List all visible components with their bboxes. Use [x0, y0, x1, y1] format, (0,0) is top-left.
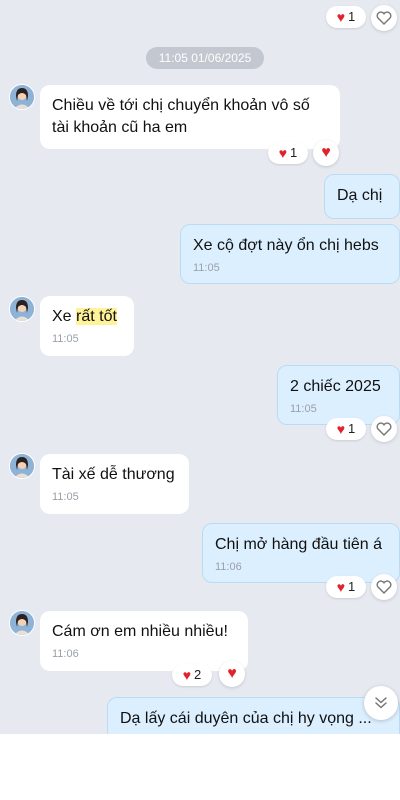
message-text: Chiều về tới chị chuyển khoản vô số tài …: [52, 97, 310, 136]
chat-area: ♥ 1 11:05 01/06/2025 Chiều về tới chị ch…: [0, 0, 400, 734]
message-bubble[interactable]: Dạ chị: [324, 174, 400, 219]
message-text: 2 chiếc 2025: [290, 378, 381, 395]
chevron-double-down-icon: [375, 697, 387, 709]
heart-icon: ♥: [182, 667, 192, 683]
message-bubble[interactable]: Tài xế dễ thương 11:05: [40, 454, 189, 514]
heart-outline-icon: [376, 422, 392, 436]
heart-icon: ♥: [227, 665, 237, 682]
message-bubble[interactable]: Cám ơn em nhiều nhiều! 11:06: [40, 611, 248, 671]
message-text: Xe: [52, 308, 77, 325]
scroll-to-bottom-button[interactable]: [364, 686, 398, 720]
message-time: 11:06: [52, 648, 79, 660]
reaction-count: 1: [348, 421, 356, 436]
message-bubble[interactable]: Dạ lấy cái duyên của chị hy vọng ...: [107, 697, 400, 734]
heart-outline-icon: [376, 580, 392, 594]
avatar[interactable]: [9, 84, 35, 110]
reaction-pill[interactable]: ♥ 1: [326, 418, 366, 440]
react-button[interactable]: [371, 574, 397, 600]
reaction-pill[interactable]: ♥ 1: [326, 576, 366, 598]
date-stamp: 11:05 01/06/2025: [146, 47, 264, 69]
heart-icon: ♥: [278, 145, 288, 161]
message-time: 11:06: [215, 561, 242, 573]
message-text: Tài xế dễ thương: [52, 466, 175, 483]
message-time: 11:05: [290, 403, 317, 415]
message-text: Xe cộ đợt này ổn chị hebs: [193, 237, 379, 254]
reaction-count: 1: [290, 145, 298, 160]
reaction-pill[interactable]: ♥ 1: [268, 142, 308, 164]
react-button[interactable]: [371, 5, 397, 31]
reaction-pill[interactable]: ♥ 1: [326, 6, 366, 28]
reaction-count: 1: [348, 9, 356, 24]
message-bubble[interactable]: Chiều về tới chị chuyển khoản vô số tài …: [40, 85, 340, 149]
highlighted-text: rất tốt: [76, 308, 117, 325]
reaction-count: 1: [348, 579, 356, 594]
message-text: Chị mở hàng đầu tiên á: [215, 536, 383, 553]
react-button[interactable]: [371, 416, 397, 442]
message-text: Dạ chị: [337, 187, 383, 204]
message-time: 11:05: [193, 262, 220, 274]
react-button[interactable]: ♥: [219, 661, 245, 687]
message-text: Cám ơn em nhiều nhiều!: [52, 623, 228, 640]
message-bubble[interactable]: Xe rất tốt 11:05: [40, 296, 134, 356]
heart-icon: ♥: [336, 579, 346, 595]
avatar[interactable]: [9, 453, 35, 479]
heart-outline-icon: [376, 11, 392, 25]
avatar[interactable]: [9, 296, 35, 322]
react-button[interactable]: ♥: [313, 140, 339, 166]
message-time: 11:05: [52, 491, 79, 503]
message-time: 11:05: [52, 333, 79, 345]
heart-icon: ♥: [336, 9, 346, 25]
avatar[interactable]: [9, 610, 35, 636]
reaction-count: 2: [194, 667, 202, 682]
message-text: Dạ lấy cái duyên của chị hy vọng ...: [120, 710, 372, 727]
heart-icon: ♥: [321, 144, 331, 161]
message-bubble[interactable]: Chị mở hàng đầu tiên á 11:06: [202, 523, 400, 583]
reaction-pill[interactable]: ♥ 2: [172, 664, 212, 686]
message-bubble[interactable]: Xe cộ đợt này ổn chị hebs 11:05: [180, 224, 400, 284]
heart-icon: ♥: [336, 421, 346, 437]
